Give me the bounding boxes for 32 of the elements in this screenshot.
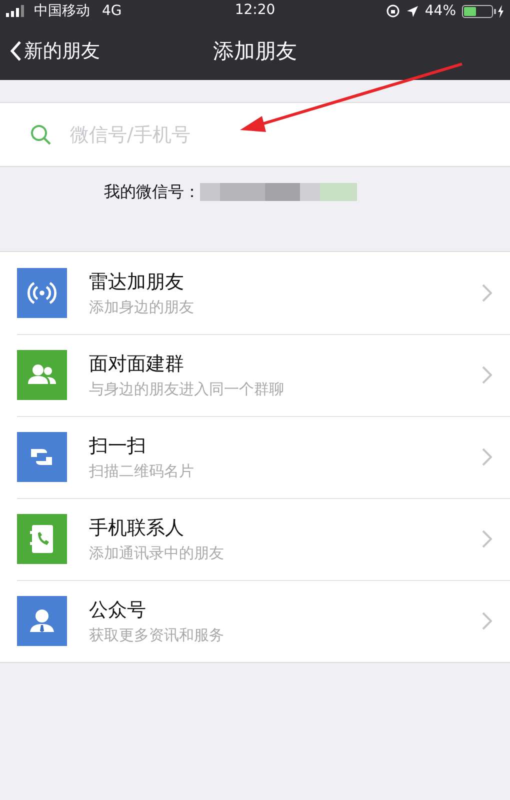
battery-percent: 44% [424,3,456,19]
menu-item[interactable]: 面对面建群 与身边的朋友进入同一个群聊 [0,334,510,416]
page-title: 添加朋友 [213,39,297,63]
item-subtitle: 扫描二维码名片 [89,462,195,481]
back-chevron-icon [10,40,22,62]
network-type: 4G [102,3,122,19]
carrier-name: 中国移动 [34,2,90,20]
rotation-lock-icon [386,4,400,18]
chevron-icon [482,530,492,548]
chevron-icon [482,284,492,302]
back-button[interactable]: 新的朋友 [0,37,106,65]
status-time: 12:20 [234,2,276,18]
battery-charging-icon [462,4,504,18]
chevron-icon [482,366,492,384]
menu-item[interactable]: 公众号 获取更多资讯和服务 [0,580,510,662]
item-subtitle: 获取更多资讯和服务 [89,626,225,645]
item-title: 扫一扫 [89,434,147,459]
item-title: 雷达加朋友 [89,270,185,295]
menu-item[interactable]: 手机联系人 添加通讯录中的朋友 [0,498,510,580]
item-title: 面对面建群 [89,352,185,377]
item-subtitle: 添加身边的朋友 [89,298,195,317]
menu-item[interactable]: 雷达加朋友 添加身边的朋友 [0,252,510,334]
item-subtitle: 与身边的朋友进入同一个群聊 [89,380,285,399]
item-title: 公众号 [89,598,147,623]
chevron-icon [482,448,492,466]
item-title: 手机联系人 [89,516,185,541]
location-icon [406,4,419,18]
wechat-id-label: 我的微信号： [104,182,200,202]
menu-item[interactable]: 扫一扫 扫描二维码名片 [0,416,510,498]
item-subtitle: 添加通讯录中的朋友 [89,544,225,563]
search-icon [30,124,52,146]
chevron-icon [482,612,492,630]
